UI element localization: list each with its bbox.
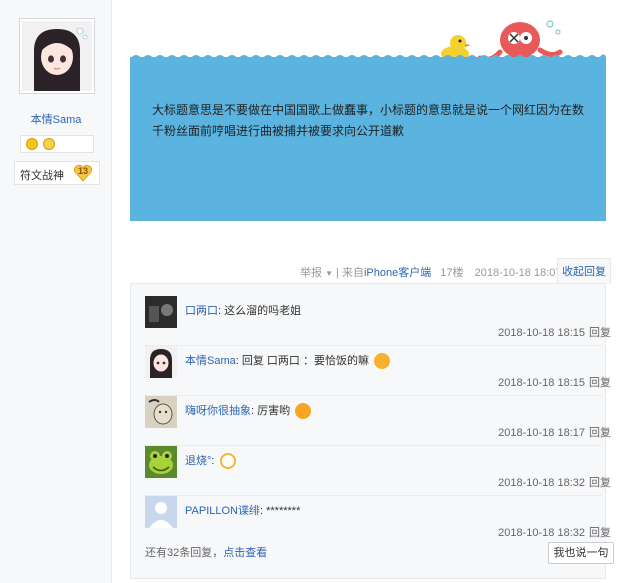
view-more-link[interactable]: 点击查看 <box>223 547 267 559</box>
commenter-avatar[interactable] <box>145 446 177 478</box>
anime-girl-avatar-icon <box>145 346 177 378</box>
post-time: 2018-10-18 18:07 <box>474 267 562 279</box>
commenter-name[interactable]: PAPILLON谍绯 <box>185 505 260 517</box>
commenter-name[interactable]: 口两口 <box>185 305 218 317</box>
collapse-reply-button[interactable]: 收起回复 <box>557 258 611 284</box>
level-number: 13 <box>77 166 88 176</box>
comment-time: 2018-10-18 18:15 <box>498 327 585 339</box>
comment-text: : 这么溜的吗老姐 <box>218 305 302 317</box>
level-badge: 13 <box>73 164 93 182</box>
comment-time: 2018-10-18 18:32 <box>498 477 585 489</box>
client-link[interactable]: iPhone客户端 <box>364 267 431 279</box>
comment-item: 退烧°: 2018-10-18 18:32 回复 <box>145 446 611 496</box>
anime-girl-avatar-icon <box>22 21 92 91</box>
floor-number: 17楼 <box>440 267 464 279</box>
tongue-emoji-icon <box>374 353 391 370</box>
frog-avatar-icon <box>145 446 177 478</box>
bubble-emoji-icon <box>219 453 236 470</box>
comment-item: PAPILLON谍绯: ******** 2018-10-18 18:32 回复 <box>145 496 611 546</box>
sketch-face-avatar-icon <box>145 396 177 428</box>
wave-decoration <box>130 54 606 61</box>
default-user-avatar-icon <box>145 496 177 528</box>
comment-time: 2018-10-18 18:15 <box>498 377 585 389</box>
author-avatar[interactable] <box>19 18 95 94</box>
report-link[interactable]: 举报 <box>300 267 322 279</box>
commenter-avatar[interactable] <box>145 346 177 378</box>
more-replies: 还有32条回复，点击查看 <box>145 544 267 560</box>
reply-link[interactable]: 回复 <box>589 327 611 339</box>
comment-item: 本情Sama: 回复 口两口 ：要恰饭的嘛 2018-10-18 18:15 回复 <box>145 346 611 396</box>
author-name[interactable]: 本情Sama <box>0 111 112 127</box>
reply-link[interactable]: 回复 <box>589 527 611 539</box>
from-prefix: 来自 <box>341 267 364 279</box>
reply-link[interactable]: 回复 <box>589 427 611 439</box>
commenter-avatar[interactable] <box>145 296 177 328</box>
comment-time: 2018-10-18 18:32 <box>498 527 585 539</box>
comment-time: 2018-10-18 18:17 <box>498 427 585 439</box>
add-comment-button[interactable]: 我也说一句 <box>548 542 614 564</box>
comment-item: 口两口: 这么溜的吗老姐 2018-10-18 18:15 回复 <box>145 296 611 346</box>
reply-link[interactable]: 回复 <box>589 477 611 489</box>
post-tail: 举报 ▼ | 来自iPhone客户端 17楼 2018-10-18 18:07 <box>300 264 562 280</box>
coin-badge-icon[interactable] <box>26 138 38 150</box>
comment-text: : <box>211 455 215 467</box>
commenter-name[interactable]: 嗨呀你很抽象 <box>185 405 251 417</box>
badge-row <box>20 135 94 153</box>
comment-text: : ******** <box>260 505 301 517</box>
chevron-down-icon[interactable]: ▼ <box>325 269 333 278</box>
tail-separator: | <box>336 267 339 279</box>
dark-photo-avatar-icon <box>145 296 177 328</box>
post-content-box: 大标题意思是不要做在中国国歌上做蠢事，小标题的意思就是说一个网红因为在数千粉丝面… <box>130 54 606 221</box>
commenter-avatar[interactable] <box>145 396 177 428</box>
commenter-name[interactable]: 本情Sama <box>185 355 236 367</box>
more-replies-text: 还有32条回复， <box>145 547 224 559</box>
post-text: 大标题意思是不要做在中国国歌上做蠢事，小标题的意思就是说一个网红因为在数千粉丝面… <box>152 103 585 138</box>
title-tag-label: 符文战神 <box>20 170 64 182</box>
member-badge-icon[interactable] <box>43 138 55 150</box>
comment-text: : 回复 口两口 ：要恰饭的嘛 <box>235 355 369 367</box>
comment-list: 口两口: 这么溜的吗老姐 2018-10-18 18:15 回复 本情Sama: … <box>130 283 614 579</box>
commenter-name[interactable]: 退烧° <box>185 455 211 467</box>
angry-emoji-icon <box>295 403 312 420</box>
comment-item: 嗨呀你很抽象: 厉害哟 2018-10-18 18:17 回复 <box>145 396 611 446</box>
forum-title-tag[interactable]: 符文战神 13 <box>14 161 100 185</box>
author-sidebar: 本情Sama 符文战神 13 <box>0 0 112 583</box>
commenter-avatar[interactable] <box>145 496 177 528</box>
reply-link[interactable]: 回复 <box>589 377 611 389</box>
comment-text: : 厉害哟 <box>251 405 291 417</box>
